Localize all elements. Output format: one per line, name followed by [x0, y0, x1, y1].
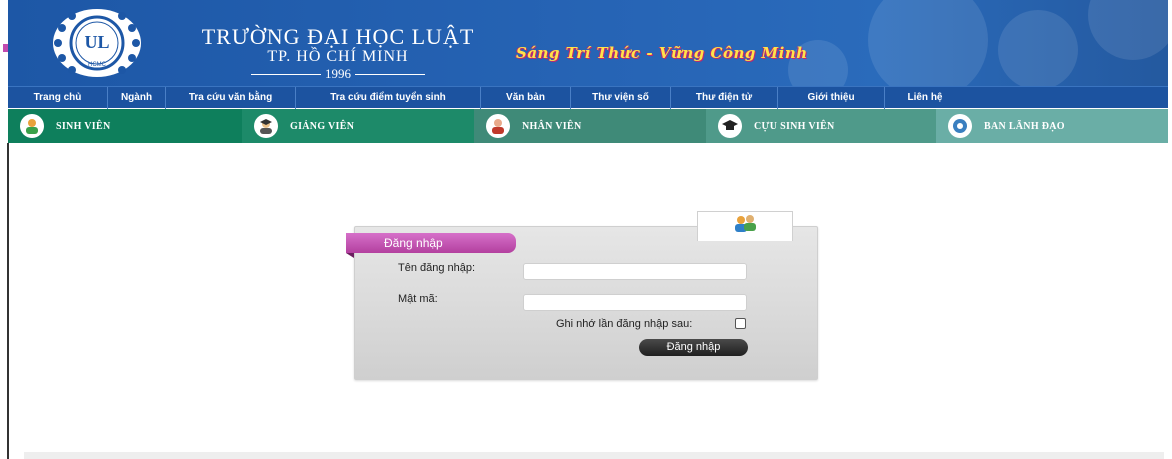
- divider: [355, 73, 425, 75]
- nav-item-digital-library[interactable]: Thư viện số: [571, 86, 671, 109]
- login-button[interactable]: Đăng nhập: [639, 339, 748, 356]
- page: UL HCMC TRƯỜNG ĐẠI HỌC LUẬT TP. HỒ CHÍ M…: [0, 0, 1172, 459]
- role-label: BAN LÃNH ĐẠO: [984, 120, 1065, 132]
- footer-bar: [24, 452, 1164, 459]
- role-label: NHÂN VIÊN: [522, 120, 582, 132]
- remember-label: Ghi nhớ lần đăng nhập sau:: [556, 318, 693, 330]
- nav-item-admission-score-lookup[interactable]: Tra cứu điểm tuyển sinh: [296, 86, 481, 109]
- role-tab-student[interactable]: SINH VIÊN: [8, 109, 242, 143]
- login-tab-label: Đăng nhập: [384, 236, 443, 250]
- title-sub: TP. HỒ CHÍ MINH: [267, 48, 409, 65]
- role-tab-alumni[interactable]: CỰU SINH VIÊN: [706, 109, 936, 143]
- title-year: 1996: [325, 66, 351, 81]
- site-header: UL HCMC TRƯỜNG ĐẠI HỌC LUẬT TP. HỒ CHÍ M…: [8, 0, 1168, 86]
- nav-item-email[interactable]: Thư điện tử: [671, 86, 778, 109]
- role-label: GIẢNG VIÊN: [290, 120, 355, 132]
- role-label: SINH VIÊN: [56, 120, 111, 132]
- staff-icon: [486, 114, 510, 138]
- role-tab-staff[interactable]: NHÂN VIÊN: [474, 109, 706, 143]
- login-tab: Đăng nhập: [346, 233, 516, 258]
- student-icon: [20, 114, 44, 138]
- nav-item-diploma-lookup[interactable]: Tra cứu văn bằng: [166, 86, 296, 109]
- left-edge-line: [7, 143, 9, 459]
- users-icon-box: [697, 211, 793, 241]
- graduation-cap-icon: [718, 114, 742, 138]
- title-main: TRƯỜNG ĐẠI HỌC LUẬT: [201, 24, 475, 49]
- role-tab-leadership[interactable]: BAN LÃNH ĐẠO: [936, 109, 1168, 143]
- role-label: CỰU SINH VIÊN: [754, 120, 835, 132]
- top-navigation: Trang chủ Ngành Tra cứu văn bằng Tra cứu…: [8, 86, 1168, 109]
- nav-item-about[interactable]: Giới thiệu: [778, 86, 885, 109]
- university-title: TRƯỜNG ĐẠI HỌC LUẬT TP. HỒ CHÍ MINH 1996: [178, 24, 498, 82]
- password-label: Mật mã:: [398, 293, 438, 305]
- decorative-flower: [998, 10, 1078, 86]
- university-logo[interactable]: UL HCMC: [52, 8, 142, 78]
- nav-item-majors[interactable]: Ngành: [108, 86, 166, 109]
- nav-item-home[interactable]: Trang chủ: [8, 86, 108, 109]
- decorative-flower: [1088, 0, 1168, 60]
- nav-item-documents[interactable]: Văn bản: [481, 86, 571, 109]
- logo-text: HCMC: [88, 62, 107, 68]
- tab-fold: [346, 253, 354, 258]
- nav-item-contact[interactable]: Liên hệ: [885, 87, 965, 109]
- divider: [251, 73, 321, 75]
- username-input[interactable]: [523, 263, 747, 280]
- role-tab-lecturer[interactable]: GIẢNG VIÊN: [242, 109, 474, 143]
- title-year-row: 1996: [178, 66, 498, 82]
- leadership-icon: [948, 114, 972, 138]
- logo-monogram: UL: [84, 32, 109, 52]
- lecturer-icon: [254, 114, 278, 138]
- slogan: Sáng Trí Thức - Vững Công Minh: [516, 44, 808, 62]
- remember-checkbox[interactable]: [735, 318, 746, 329]
- username-label: Tên đăng nhập:: [398, 262, 476, 274]
- decorative-flower: [868, 0, 988, 86]
- users-icon: [730, 214, 760, 239]
- role-navigation: SINH VIÊN GIẢNG VIÊN NHÂN VIÊN CỰU SINH …: [8, 109, 1168, 143]
- password-input[interactable]: [523, 294, 747, 311]
